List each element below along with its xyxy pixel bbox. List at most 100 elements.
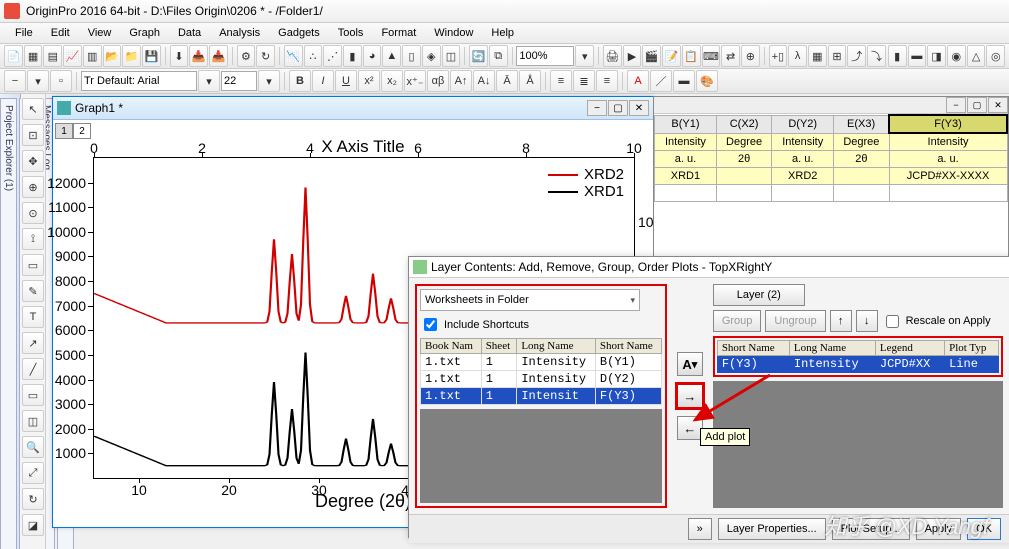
open-icon[interactable]: 📂 — [103, 45, 122, 67]
decrease-font-icon[interactable]: A↓ — [473, 70, 495, 92]
zoom-combo[interactable] — [516, 46, 574, 66]
menu-view[interactable]: View — [79, 25, 121, 41]
new-workbook-icon[interactable]: ▦ — [24, 45, 43, 67]
ternary-type-icon[interactable]: △ — [967, 45, 986, 67]
recalc-icon[interactable]: ↻ — [256, 45, 275, 67]
pie-plot-icon[interactable]: ◕ — [363, 45, 382, 67]
graph-window-titlebar[interactable]: Graph1 * − ▢ ✕ — [53, 97, 653, 120]
duplicate-icon[interactable]: ⧉ — [489, 45, 508, 67]
dialog-titlebar[interactable]: Layer Contents: Add, Remove, Group, Orde… — [409, 257, 1009, 278]
rescale-icon[interactable]: ⤢ — [22, 462, 44, 484]
plot-type-button[interactable]: A ▾ — [677, 352, 703, 376]
menu-tools[interactable]: Tools — [329, 25, 373, 41]
import-single-icon[interactable]: 📥 — [189, 45, 208, 67]
pointer-icon[interactable]: ↖ — [22, 98, 44, 120]
text-tool-icon[interactable]: T — [22, 306, 44, 328]
available-list[interactable]: Book Nam Sheet Long Name Short Name 1.tx… — [420, 338, 662, 405]
ungroup-button[interactable]: Ungroup — [765, 310, 825, 332]
menu-data[interactable]: Data — [169, 25, 210, 41]
menu-graph[interactable]: Graph — [120, 25, 169, 41]
column-plot-icon[interactable]: ▮ — [343, 45, 362, 67]
contour-type-icon[interactable]: ◎ — [986, 45, 1005, 67]
menu-window[interactable]: Window — [425, 25, 482, 41]
rect-tool-icon[interactable]: ▭ — [22, 384, 44, 406]
notes-icon[interactable]: 📝 — [662, 45, 681, 67]
zoom-in-icon[interactable]: 🔍 — [22, 436, 44, 458]
minimize-icon[interactable]: − — [587, 100, 607, 116]
subscript-icon[interactable]: x₂ — [381, 70, 403, 92]
fsize-dropdown-icon[interactable]: ▾ — [258, 70, 280, 92]
merge-icon[interactable]: ⤵ — [867, 45, 886, 67]
add-plot-button[interactable]: → — [675, 382, 705, 410]
line-tool-icon[interactable]: ╱ — [22, 358, 44, 380]
palette-icon[interactable]: 🎨 — [696, 70, 718, 92]
layer-tab-1[interactable]: 1 — [55, 123, 73, 139]
list-row[interactable]: 1.txt1IntensityB(Y1) — [421, 354, 662, 371]
data-selector-icon[interactable]: ⟟ — [22, 228, 44, 250]
arrow-down-icon[interactable]: ▾ — [27, 70, 49, 92]
minus-icon[interactable]: − — [4, 70, 26, 92]
align-left-icon[interactable]: ≡ — [550, 70, 572, 92]
mask-icon[interactable]: ▭ — [22, 254, 44, 276]
print-icon[interactable]: 🖨 — [603, 45, 622, 67]
transfer-icon[interactable]: ⇄ — [721, 45, 740, 67]
add-layer-icon[interactable]: ⊞ — [828, 45, 847, 67]
refresh-icon[interactable]: 🔄 — [469, 45, 488, 67]
batch-icon[interactable]: ⚙ — [237, 45, 256, 67]
menu-gadgets[interactable]: Gadgets — [269, 25, 329, 41]
rescale-checkbox[interactable]: Rescale on Apply — [882, 312, 991, 331]
open-template-icon[interactable]: 📁 — [122, 45, 141, 67]
underline-icon[interactable]: U — [335, 70, 357, 92]
menu-analysis[interactable]: Analysis — [210, 25, 269, 41]
fontsize-combo[interactable] — [221, 71, 257, 91]
new-graph-icon[interactable]: 📈 — [63, 45, 82, 67]
increase-font-icon[interactable]: A↑ — [450, 70, 472, 92]
move-up-button[interactable]: ↑ — [830, 310, 852, 332]
zoomrect-icon[interactable]: ⊡ — [22, 124, 44, 146]
region-tool-icon[interactable]: ◫ — [22, 410, 44, 432]
arrow-tool-icon[interactable]: ↗ — [22, 332, 44, 354]
maximize-icon[interactable]: ▢ — [608, 100, 628, 116]
template-icon[interactable]: ◫ — [442, 45, 461, 67]
new-matrix-icon[interactable]: ▥ — [83, 45, 102, 67]
menubar[interactable]: File Edit View Graph Data Analysis Gadge… — [0, 23, 1009, 44]
symbol-map-icon[interactable]: Å — [519, 70, 541, 92]
supsub-icon[interactable]: x⁺₋ — [404, 70, 426, 92]
digitize-icon[interactable]: ⊕ — [741, 45, 760, 67]
plot-row-selected[interactable]: F(Y3)IntensityJCPD#XXLine — [717, 356, 998, 373]
wks-maximize-icon[interactable]: ▢ — [967, 97, 987, 113]
line-plot-icon[interactable]: 📉 — [284, 45, 303, 67]
remove-plot-button[interactable]: ← — [677, 416, 703, 440]
3d-plot-icon[interactable]: ◈ — [422, 45, 441, 67]
insert-graph-icon[interactable]: ◪ — [22, 514, 44, 536]
save-icon[interactable]: 💾 — [142, 45, 161, 67]
tab-project-explorer[interactable]: Project Explorer (1) — [0, 98, 17, 549]
panning-icon[interactable]: ✥ — [22, 150, 44, 172]
menu-edit[interactable]: Edit — [42, 25, 79, 41]
3d-type-icon[interactable]: ◨ — [927, 45, 946, 67]
include-shortcuts-checkbox[interactable]: Include Shortcuts — [420, 315, 662, 334]
screen-reader-icon[interactable]: ⊙ — [22, 202, 44, 224]
import-multiple-icon[interactable]: 📥 — [209, 45, 228, 67]
layer-tab-2[interactable]: 2 — [73, 123, 91, 139]
add-col-icon[interactable]: +▯ — [769, 45, 788, 67]
layer-properties-button[interactable]: Layer Properties... — [718, 518, 826, 540]
greek-icon[interactable]: αβ — [427, 70, 449, 92]
box-plot-icon[interactable]: ▯ — [402, 45, 421, 67]
area-plot-icon[interactable]: ▲ — [382, 45, 401, 67]
import-wizard-icon[interactable]: ⬇ — [170, 45, 189, 67]
slideshow-icon[interactable]: ▶ — [623, 45, 642, 67]
wks-close-icon[interactable]: ✕ — [988, 97, 1008, 113]
layer-mgmt-icon[interactable]: ▦ — [808, 45, 827, 67]
list-row-selected[interactable]: 1.txt1IntensitF(Y3) — [421, 388, 662, 405]
col-header-c[interactable]: C(X2) — [716, 115, 771, 133]
layer-tabs[interactable]: 1 2 — [55, 123, 91, 139]
draw-data-icon[interactable]: ✎ — [22, 280, 44, 302]
align-right-icon[interactable]: ≡ — [596, 70, 618, 92]
video-icon[interactable]: 🎬 — [642, 45, 661, 67]
worksheets-combo[interactable]: Worksheets in Folder▾ — [420, 289, 640, 311]
layer-contents-dialog[interactable]: Layer Contents: Add, Remove, Group, Orde… — [408, 256, 1009, 538]
superscript-icon[interactable]: x² — [358, 70, 380, 92]
col-header-f-selected[interactable]: F(Y3) — [889, 115, 1007, 133]
expand-button[interactable]: » — [688, 518, 712, 540]
